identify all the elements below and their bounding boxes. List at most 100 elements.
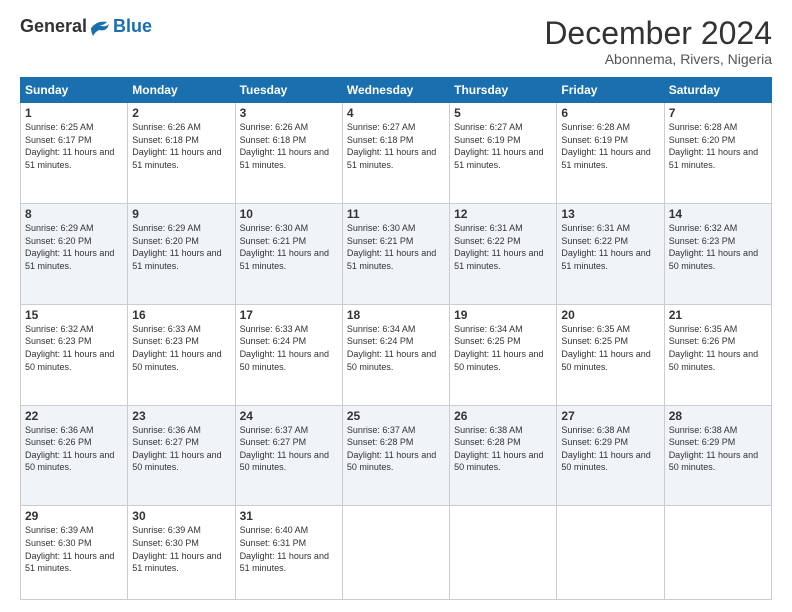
day-number: 29	[25, 509, 123, 523]
day-number: 15	[25, 308, 123, 322]
calendar-cell: 29Sunrise: 6:39 AMSunset: 6:30 PMDayligh…	[21, 506, 128, 600]
day-number: 24	[240, 409, 338, 423]
calendar-cell: 22Sunrise: 6:36 AMSunset: 6:26 PMDayligh…	[21, 405, 128, 506]
calendar-cell: 23Sunrise: 6:36 AMSunset: 6:27 PMDayligh…	[128, 405, 235, 506]
day-number: 2	[132, 106, 230, 120]
calendar-cell: 5Sunrise: 6:27 AMSunset: 6:19 PMDaylight…	[450, 103, 557, 204]
calendar-header-friday: Friday	[557, 78, 664, 103]
calendar-header-sunday: Sunday	[21, 78, 128, 103]
day-info: Sunrise: 6:37 AMSunset: 6:28 PMDaylight:…	[347, 424, 445, 474]
day-info: Sunrise: 6:37 AMSunset: 6:27 PMDaylight:…	[240, 424, 338, 474]
day-number: 9	[132, 207, 230, 221]
day-info: Sunrise: 6:32 AMSunset: 6:23 PMDaylight:…	[25, 323, 123, 373]
day-number: 14	[669, 207, 767, 221]
day-info: Sunrise: 6:30 AMSunset: 6:21 PMDaylight:…	[240, 222, 338, 272]
day-number: 12	[454, 207, 552, 221]
day-info: Sunrise: 6:26 AMSunset: 6:18 PMDaylight:…	[240, 121, 338, 171]
calendar-week-row: 8Sunrise: 6:29 AMSunset: 6:20 PMDaylight…	[21, 204, 772, 305]
day-number: 31	[240, 509, 338, 523]
day-number: 28	[669, 409, 767, 423]
day-number: 6	[561, 106, 659, 120]
calendar-cell: 28Sunrise: 6:38 AMSunset: 6:29 PMDayligh…	[664, 405, 771, 506]
calendar-cell: 15Sunrise: 6:32 AMSunset: 6:23 PMDayligh…	[21, 304, 128, 405]
calendar-cell: 8Sunrise: 6:29 AMSunset: 6:20 PMDaylight…	[21, 204, 128, 305]
calendar-week-row: 22Sunrise: 6:36 AMSunset: 6:26 PMDayligh…	[21, 405, 772, 506]
calendar-header-tuesday: Tuesday	[235, 78, 342, 103]
day-info: Sunrise: 6:34 AMSunset: 6:25 PMDaylight:…	[454, 323, 552, 373]
day-number: 22	[25, 409, 123, 423]
day-number: 16	[132, 308, 230, 322]
calendar-table: SundayMondayTuesdayWednesdayThursdayFrid…	[20, 77, 772, 600]
calendar-cell: 3Sunrise: 6:26 AMSunset: 6:18 PMDaylight…	[235, 103, 342, 204]
day-number: 5	[454, 106, 552, 120]
calendar-cell: 31Sunrise: 6:40 AMSunset: 6:31 PMDayligh…	[235, 506, 342, 600]
month-title: December 2024	[544, 16, 772, 51]
calendar-cell: 27Sunrise: 6:38 AMSunset: 6:29 PMDayligh…	[557, 405, 664, 506]
day-info: Sunrise: 6:32 AMSunset: 6:23 PMDaylight:…	[669, 222, 767, 272]
calendar-cell	[450, 506, 557, 600]
calendar-week-row: 1Sunrise: 6:25 AMSunset: 6:17 PMDaylight…	[21, 103, 772, 204]
day-number: 18	[347, 308, 445, 322]
calendar-cell	[664, 506, 771, 600]
calendar-header-monday: Monday	[128, 78, 235, 103]
day-info: Sunrise: 6:26 AMSunset: 6:18 PMDaylight:…	[132, 121, 230, 171]
page: General Blue December 2024 Abonnema, Riv…	[0, 0, 792, 612]
day-number: 8	[25, 207, 123, 221]
day-info: Sunrise: 6:33 AMSunset: 6:23 PMDaylight:…	[132, 323, 230, 373]
day-number: 13	[561, 207, 659, 221]
calendar-cell	[557, 506, 664, 600]
day-number: 30	[132, 509, 230, 523]
logo-blue-text: Blue	[113, 16, 152, 37]
day-info: Sunrise: 6:35 AMSunset: 6:26 PMDaylight:…	[669, 323, 767, 373]
day-info: Sunrise: 6:29 AMSunset: 6:20 PMDaylight:…	[132, 222, 230, 272]
day-number: 20	[561, 308, 659, 322]
day-number: 7	[669, 106, 767, 120]
day-info: Sunrise: 6:25 AMSunset: 6:17 PMDaylight:…	[25, 121, 123, 171]
calendar-cell: 6Sunrise: 6:28 AMSunset: 6:19 PMDaylight…	[557, 103, 664, 204]
day-info: Sunrise: 6:35 AMSunset: 6:25 PMDaylight:…	[561, 323, 659, 373]
day-info: Sunrise: 6:30 AMSunset: 6:21 PMDaylight:…	[347, 222, 445, 272]
day-info: Sunrise: 6:38 AMSunset: 6:29 PMDaylight:…	[561, 424, 659, 474]
day-info: Sunrise: 6:40 AMSunset: 6:31 PMDaylight:…	[240, 524, 338, 574]
day-info: Sunrise: 6:29 AMSunset: 6:20 PMDaylight:…	[25, 222, 123, 272]
calendar-cell: 17Sunrise: 6:33 AMSunset: 6:24 PMDayligh…	[235, 304, 342, 405]
calendar-cell: 19Sunrise: 6:34 AMSunset: 6:25 PMDayligh…	[450, 304, 557, 405]
day-info: Sunrise: 6:33 AMSunset: 6:24 PMDaylight:…	[240, 323, 338, 373]
day-number: 26	[454, 409, 552, 423]
location: Abonnema, Rivers, Nigeria	[544, 51, 772, 67]
calendar-week-row: 29Sunrise: 6:39 AMSunset: 6:30 PMDayligh…	[21, 506, 772, 600]
calendar-cell: 16Sunrise: 6:33 AMSunset: 6:23 PMDayligh…	[128, 304, 235, 405]
calendar-cell: 14Sunrise: 6:32 AMSunset: 6:23 PMDayligh…	[664, 204, 771, 305]
title-block: December 2024 Abonnema, Rivers, Nigeria	[544, 16, 772, 67]
calendar-cell: 20Sunrise: 6:35 AMSunset: 6:25 PMDayligh…	[557, 304, 664, 405]
calendar-cell: 10Sunrise: 6:30 AMSunset: 6:21 PMDayligh…	[235, 204, 342, 305]
day-number: 25	[347, 409, 445, 423]
day-number: 4	[347, 106, 445, 120]
day-number: 21	[669, 308, 767, 322]
day-number: 19	[454, 308, 552, 322]
calendar-cell: 1Sunrise: 6:25 AMSunset: 6:17 PMDaylight…	[21, 103, 128, 204]
calendar-header-thursday: Thursday	[450, 78, 557, 103]
logo: General Blue	[20, 16, 152, 37]
day-info: Sunrise: 6:39 AMSunset: 6:30 PMDaylight:…	[25, 524, 123, 574]
calendar-cell: 13Sunrise: 6:31 AMSunset: 6:22 PMDayligh…	[557, 204, 664, 305]
day-info: Sunrise: 6:28 AMSunset: 6:20 PMDaylight:…	[669, 121, 767, 171]
day-number: 11	[347, 207, 445, 221]
day-info: Sunrise: 6:38 AMSunset: 6:28 PMDaylight:…	[454, 424, 552, 474]
logo-bird-icon	[89, 18, 111, 36]
day-info: Sunrise: 6:36 AMSunset: 6:27 PMDaylight:…	[132, 424, 230, 474]
calendar-header-saturday: Saturday	[664, 78, 771, 103]
day-info: Sunrise: 6:38 AMSunset: 6:29 PMDaylight:…	[669, 424, 767, 474]
calendar-week-row: 15Sunrise: 6:32 AMSunset: 6:23 PMDayligh…	[21, 304, 772, 405]
day-number: 1	[25, 106, 123, 120]
day-number: 23	[132, 409, 230, 423]
calendar-cell: 24Sunrise: 6:37 AMSunset: 6:27 PMDayligh…	[235, 405, 342, 506]
header: General Blue December 2024 Abonnema, Riv…	[20, 16, 772, 67]
day-info: Sunrise: 6:27 AMSunset: 6:19 PMDaylight:…	[454, 121, 552, 171]
day-info: Sunrise: 6:28 AMSunset: 6:19 PMDaylight:…	[561, 121, 659, 171]
calendar-cell: 2Sunrise: 6:26 AMSunset: 6:18 PMDaylight…	[128, 103, 235, 204]
day-info: Sunrise: 6:27 AMSunset: 6:18 PMDaylight:…	[347, 121, 445, 171]
calendar-header-wednesday: Wednesday	[342, 78, 449, 103]
day-number: 27	[561, 409, 659, 423]
calendar-cell: 26Sunrise: 6:38 AMSunset: 6:28 PMDayligh…	[450, 405, 557, 506]
